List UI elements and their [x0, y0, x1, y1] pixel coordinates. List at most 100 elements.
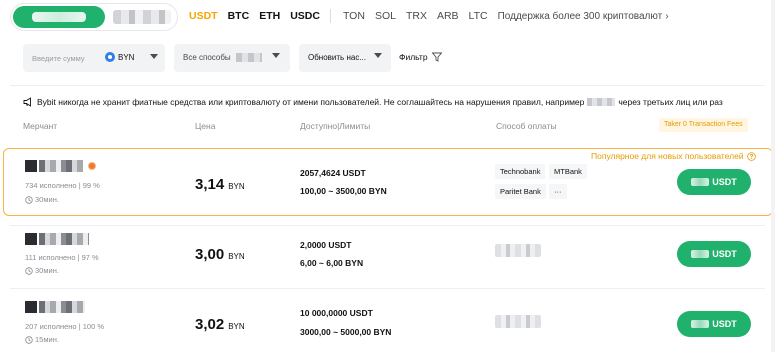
payment-method-redacted: [236, 53, 262, 62]
buy-button-label: USDT: [712, 249, 737, 259]
fees-badge: Taker 0 Transaction Fees: [659, 118, 748, 132]
buy-label-redacted: [691, 250, 710, 258]
payment-tag: Paritet Bank: [495, 184, 546, 199]
header-payment: Способ оплаты: [496, 121, 557, 131]
merchant-time: 15мин.: [25, 335, 59, 344]
header-available: Доступно|Лимиты: [300, 121, 371, 131]
header-merchant: Мерчант: [23, 121, 58, 131]
funnel-icon: [431, 52, 442, 62]
buy-sell-toggle[interactable]: [10, 3, 178, 31]
refresh-settings-select[interactable]: Обновить нас...: [299, 44, 391, 72]
merchant-stats: 111 исполнено | 97 %: [25, 253, 99, 262]
megaphone-icon: [23, 97, 31, 107]
buy-tab-label-redacted: [32, 12, 86, 22]
merchant-avatar[interactable]: [25, 233, 37, 245]
coin-ltc[interactable]: LTC: [469, 10, 488, 22]
coin-trx[interactable]: TRX: [406, 10, 427, 22]
clock-icon: [25, 266, 33, 275]
currency-label: BYN: [118, 52, 135, 62]
chevron-right-icon: ›: [665, 10, 669, 22]
filter-label: Фильтр: [399, 52, 428, 62]
payment-method-select[interactable]: Все способы: [174, 44, 290, 72]
merchant-avatar[interactable]: [25, 301, 37, 313]
sell-tab[interactable]: [113, 10, 171, 24]
available-amount: 2057,4624 USDT: [300, 168, 366, 178]
price-value: 3,14: [195, 176, 225, 193]
clock-icon: [25, 195, 33, 204]
buy-button[interactable]: USDT: [677, 311, 751, 337]
price-unit: BYN: [228, 252, 245, 261]
caret-down-icon: [272, 53, 280, 58]
currency-select[interactable]: BYN: [105, 52, 159, 62]
clock-icon: [25, 335, 33, 344]
coin-eth[interactable]: ETH: [259, 10, 280, 22]
filter-bar: BYN Все способы Обновить нас... Фильтр: [0, 44, 775, 72]
payment-methods-redacted: [495, 315, 541, 328]
coin-selector: USDT BTC ETH USDC TON SOL TRX ARB LTC По…: [189, 9, 669, 23]
buy-button[interactable]: USDT: [677, 241, 751, 267]
header-price: Цена: [195, 121, 216, 131]
byn-currency-icon: [105, 52, 115, 62]
price-value: 3,02: [195, 316, 225, 333]
time-label: 15мин.: [35, 335, 59, 344]
coin-btc[interactable]: BTC: [228, 10, 250, 22]
refresh-label: Обновить нас...: [308, 53, 366, 62]
merchant-time: 30мин.: [25, 195, 59, 204]
supported-coins-label: Поддержка более 300 криптовалют: [497, 10, 663, 22]
time-label: 30мин.: [35, 266, 59, 275]
scrollbar[interactable]: [771, 0, 775, 352]
payment-tag: Technobank: [495, 164, 546, 179]
amount-field: BYN: [23, 44, 165, 72]
coin-sol[interactable]: SOL: [375, 10, 396, 22]
caret-down-icon: [374, 53, 382, 58]
coin-usdt[interactable]: USDT: [189, 10, 218, 22]
coin-usdc[interactable]: USDC: [290, 10, 320, 22]
coin-divider: [329, 9, 331, 23]
price-value: 3,00: [195, 246, 225, 263]
buy-button[interactable]: USDT: [677, 169, 751, 195]
merchant-stats: 207 исполнено | 100 %: [25, 322, 104, 331]
payment-method-label: Все способы: [183, 53, 231, 62]
merchant-name-redacted[interactable]: [39, 233, 89, 245]
merchant-name-redacted[interactable]: [39, 301, 85, 313]
notice-text-start: Bybit никогда не хранит фиатные средства…: [37, 97, 585, 107]
buy-tab[interactable]: [13, 6, 105, 28]
amount-input[interactable]: [23, 44, 97, 72]
buy-button-label: USDT: [712, 319, 737, 329]
more-payments-tag[interactable]: ···: [549, 184, 567, 199]
price: 3,02 BYN: [195, 316, 245, 333]
payment-methods-redacted: [495, 244, 541, 257]
divider: [10, 85, 765, 86]
merchant-avatar[interactable]: [25, 160, 37, 172]
limits: 3000,00 ~ 5000,00 BYN: [300, 327, 392, 337]
promo-text: Популярное для новых пользователей: [591, 151, 744, 161]
table-row: [0, 226, 775, 288]
coin-arb[interactable]: ARB: [437, 10, 459, 22]
coin-ton[interactable]: TON: [343, 10, 365, 22]
caret-down-icon: [150, 54, 159, 59]
price-unit: BYN: [228, 322, 245, 331]
buy-label-redacted: [691, 320, 710, 328]
available-amount: 2,0000 USDT: [300, 240, 352, 250]
top-bar: USDT BTC ETH USDC TON SOL TRX ARB LTC По…: [0, 0, 775, 36]
available-amount: 10 000,0000 USDT: [300, 308, 373, 318]
supported-coins-link[interactable]: Поддержка более 300 криптовалют ›: [498, 11, 669, 22]
price: 3,14 BYN: [195, 176, 245, 193]
notice-redacted: [587, 98, 616, 106]
table-row: [0, 289, 775, 352]
price: 3,00 BYN: [195, 246, 245, 263]
limits: 6,00 ~ 6,00 BYN: [300, 258, 364, 268]
merchant-badge-icon: [88, 162, 96, 170]
merchant-stats: 734 исполнено | 99 %: [25, 181, 100, 190]
buy-label-redacted: [691, 178, 710, 186]
payment-tag: MTBank: [549, 164, 587, 179]
notice-text-end: через третьих лиц или раз: [618, 97, 723, 107]
merchant-name-redacted[interactable]: [39, 160, 83, 172]
promo-label: Популярное для новых пользователей: [591, 151, 756, 161]
question-icon[interactable]: [746, 151, 756, 161]
filter-button[interactable]: Фильтр: [399, 52, 442, 62]
merchant-time: 30мин.: [25, 266, 59, 275]
safety-notice: Bybit никогда не хранит фиатные средства…: [23, 97, 775, 107]
buy-button-label: USDT: [712, 177, 737, 187]
time-label: 30мин.: [35, 195, 59, 204]
